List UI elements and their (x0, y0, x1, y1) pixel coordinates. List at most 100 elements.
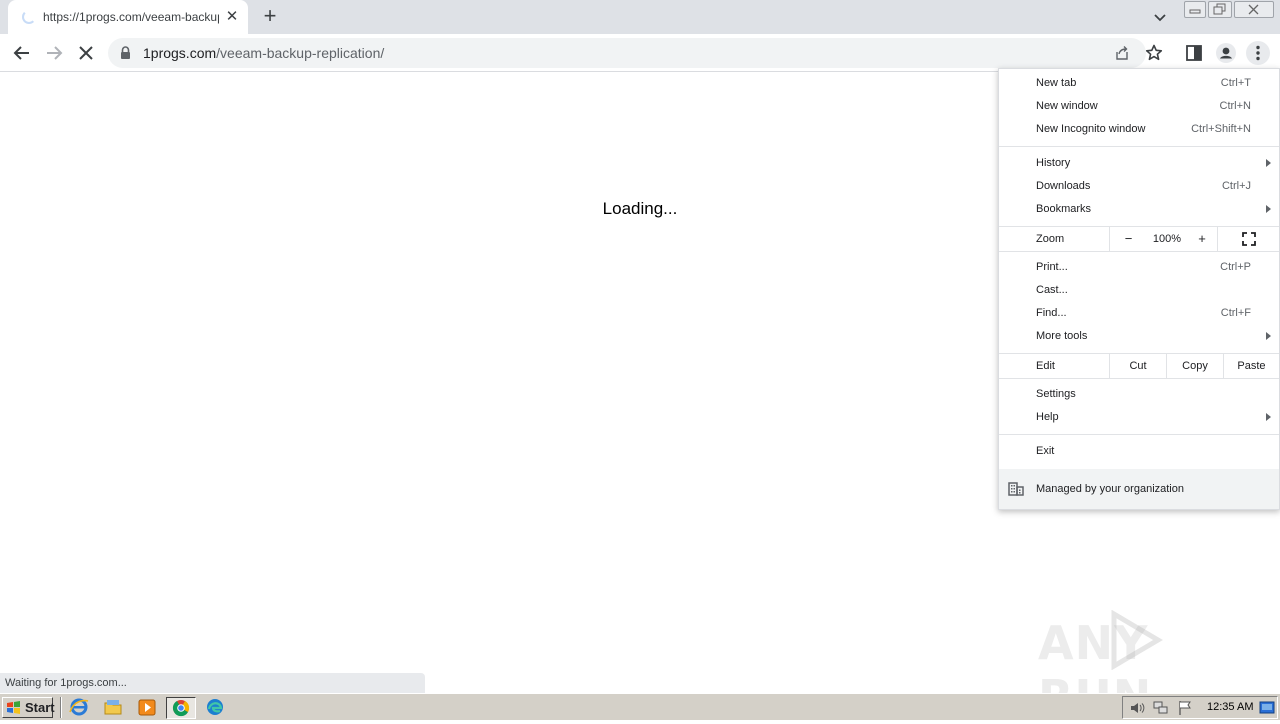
chrome-menu-kebab-icon[interactable] (1246, 41, 1270, 65)
menu-item-shortcut: Ctrl+J (1221, 180, 1251, 192)
menu-item-label: New Incognito window (1036, 123, 1146, 135)
quicklaunch-explorer[interactable] (102, 697, 126, 719)
menu-item-label: New window (1036, 100, 1098, 112)
zoom-in-button[interactable]: + (1187, 227, 1217, 251)
menu-item-bookmarks[interactable]: Bookmarks (999, 198, 1279, 221)
menu-item-label: Help (1036, 411, 1059, 423)
windows-flag-icon (7, 701, 20, 714)
menu-item-shortcut: Ctrl+T (1220, 77, 1251, 89)
new-tab-button[interactable]: + (258, 4, 282, 30)
menu-item-downloads[interactable]: Downloads Ctrl+J (999, 175, 1279, 198)
menu-item-new-incognito-window[interactable]: New Incognito window Ctrl+Shift+N (999, 118, 1279, 141)
restore-button[interactable] (1208, 1, 1232, 18)
edit-label: Edit (1036, 360, 1055, 372)
loading-spinner-icon (22, 10, 36, 24)
stop-loading-icon[interactable] (74, 41, 98, 65)
submenu-arrow-icon (1266, 413, 1271, 421)
media-player-icon (138, 699, 156, 716)
bookmark-star-icon[interactable] (1142, 41, 1166, 65)
address-bar[interactable]: 1progs.com/veeam-backup-replication/ (108, 38, 1146, 68)
menu-item-help[interactable]: Help (999, 406, 1279, 429)
menu-item-label: New tab (1036, 77, 1077, 89)
menu-item-label: Bookmarks (1036, 203, 1092, 215)
menu-item-label: More tools (1036, 330, 1088, 342)
url-text[interactable]: 1progs.com/veeam-backup-replication/ (143, 45, 384, 61)
show-desktop-icon[interactable] (1259, 700, 1275, 716)
menu-separator (999, 251, 1279, 252)
menu-separator (999, 434, 1279, 435)
minimize-button[interactable] (1184, 1, 1206, 18)
minimize-icon (1189, 9, 1201, 14)
menu-item-history[interactable]: History (999, 152, 1279, 175)
menu-item-shortcut: Ctrl+P (1220, 261, 1251, 273)
folder-icon (104, 700, 122, 715)
cut-button[interactable]: Cut (1109, 354, 1166, 378)
volume-icon[interactable] (1129, 700, 1145, 716)
chrome-icon (172, 700, 190, 717)
menu-item-label: Exit (1036, 445, 1055, 457)
browser-tab[interactable]: https://1progs.com/veeam-backup-r ✕ (8, 0, 248, 34)
menu-item-cast[interactable]: Cast... (999, 279, 1279, 302)
status-bubble: Waiting for 1progs.com... (0, 673, 425, 693)
windows-taskbar: Start 12:35 AM (0, 693, 1280, 720)
clock: 12:35 AM (1207, 701, 1254, 713)
menu-item-exit[interactable]: Exit (999, 440, 1279, 463)
menu-item-settings[interactable]: Settings (999, 383, 1279, 406)
menu-item-shortcut: Ctrl+N (1219, 100, 1251, 112)
submenu-arrow-icon (1266, 205, 1271, 213)
taskbar-divider (60, 697, 62, 718)
menu-item-label: Settings (1036, 388, 1076, 400)
menu-item-new-window[interactable]: New window Ctrl+N (999, 95, 1279, 118)
menu-item-label: Cast... (1036, 284, 1068, 296)
quicklaunch-media-player[interactable] (136, 697, 160, 719)
internet-explorer-icon (69, 698, 89, 716)
action-center-flag-icon[interactable] (1177, 700, 1193, 716)
paste-button[interactable]: Paste (1223, 354, 1279, 378)
menu-item-new-tab[interactable]: New tab Ctrl+T (999, 72, 1279, 95)
edge-icon (207, 699, 223, 715)
start-label: Start (25, 700, 55, 715)
profile-avatar-icon[interactable] (1214, 41, 1238, 65)
fullscreen-button[interactable] (1217, 227, 1279, 251)
quicklaunch-internet-explorer[interactable] (68, 697, 92, 719)
zoom-out-button[interactable]: − (1109, 227, 1147, 251)
tab-title: https://1progs.com/veeam-backup-r (43, 10, 219, 24)
managed-by-organization[interactable]: Managed by your organization (999, 469, 1279, 509)
menu-separator (999, 146, 1279, 147)
share-icon[interactable] (1114, 45, 1130, 61)
chrome-main-menu: New tab Ctrl+T New window Ctrl+N New Inc… (998, 68, 1280, 510)
submenu-arrow-icon (1266, 159, 1271, 167)
network-icon[interactable] (1153, 700, 1169, 716)
url-host: 1progs.com (143, 45, 217, 61)
close-window-button[interactable] (1234, 1, 1274, 18)
zoom-level: 100% (1152, 233, 1182, 245)
quicklaunch-edge[interactable] (204, 697, 228, 719)
menu-item-label: Print... (1036, 261, 1068, 273)
menu-item-label: History (1036, 157, 1071, 169)
tab-strip: https://1progs.com/veeam-backup-r ✕ + (0, 0, 1280, 34)
menu-edit-row: Edit Cut Copy Paste (999, 354, 1279, 378)
menu-item-print[interactable]: Print... Ctrl+P (999, 256, 1279, 279)
tab-search-chevron-icon[interactable] (1150, 7, 1170, 27)
copy-button[interactable]: Copy (1166, 354, 1223, 378)
watermark-play-icon (1111, 610, 1163, 670)
system-tray: 12:35 AM (1122, 696, 1278, 719)
managed-label: Managed by your organization (1036, 483, 1184, 495)
menu-item-label: Find... (1036, 307, 1067, 319)
anyrun-watermark: ANY RUN (1036, 610, 1236, 724)
fullscreen-icon (1241, 232, 1256, 246)
building-icon (1008, 482, 1024, 496)
url-path: /veeam-backup-replication/ (216, 45, 385, 61)
menu-item-more-tools[interactable]: More tools (999, 325, 1279, 348)
quicklaunch-chrome[interactable] (166, 697, 196, 719)
side-panel-icon[interactable] (1182, 41, 1206, 65)
close-icon (1248, 4, 1259, 15)
tab-close-button[interactable]: ✕ (224, 8, 240, 26)
menu-item-find[interactable]: Find... Ctrl+F (999, 302, 1279, 325)
lock-icon[interactable] (120, 46, 131, 59)
menu-separator (999, 378, 1279, 379)
zoom-label: Zoom (1036, 233, 1065, 245)
start-button[interactable]: Start (2, 697, 55, 718)
back-arrow-icon[interactable] (10, 41, 34, 65)
forward-arrow-icon[interactable] (42, 41, 66, 65)
